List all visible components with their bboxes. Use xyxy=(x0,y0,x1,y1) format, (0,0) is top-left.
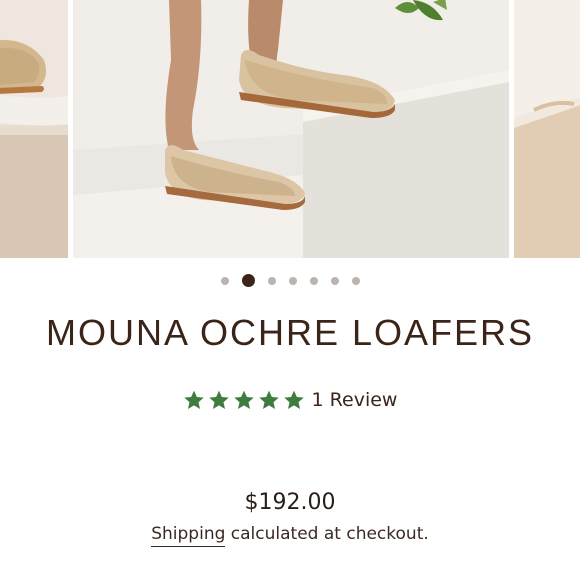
gallery-dot-1[interactable] xyxy=(220,276,229,285)
product-photo-previous xyxy=(0,0,68,258)
star-icon xyxy=(183,390,204,409)
product-image-gallery[interactable] xyxy=(0,0,580,258)
star-icon xyxy=(233,390,254,409)
gallery-dot-3[interactable] xyxy=(267,276,276,285)
gallery-slide-next[interactable] xyxy=(514,0,580,258)
product-title: MOUNA OCHRE LOAFERS xyxy=(45,312,535,353)
product-rating[interactable]: 1 Review xyxy=(0,389,580,411)
shipping-note: Shipping calculated at checkout. xyxy=(0,524,580,547)
product-photo-next xyxy=(514,0,580,258)
gallery-slide-previous[interactable] xyxy=(0,0,68,258)
star-icon xyxy=(258,390,279,409)
star-icon xyxy=(283,390,304,409)
product-photo-main xyxy=(73,0,509,258)
gallery-dot-7[interactable] xyxy=(351,276,360,285)
gallery-dot-6[interactable] xyxy=(330,276,339,285)
review-count-link[interactable]: 1 Review xyxy=(312,389,398,411)
product-price: $192.00 xyxy=(244,490,336,515)
gallery-dot-2[interactable] xyxy=(241,274,255,287)
star-icon xyxy=(208,390,229,409)
rating-stars xyxy=(183,389,305,411)
shipping-link[interactable]: Shipping xyxy=(151,524,226,547)
gallery-dot-5[interactable] xyxy=(309,276,318,285)
shipping-note-text: calculated at checkout. xyxy=(225,524,429,544)
gallery-dot-4[interactable] xyxy=(288,276,297,285)
gallery-slide-active[interactable] xyxy=(73,0,509,258)
gallery-pagination xyxy=(0,274,580,287)
